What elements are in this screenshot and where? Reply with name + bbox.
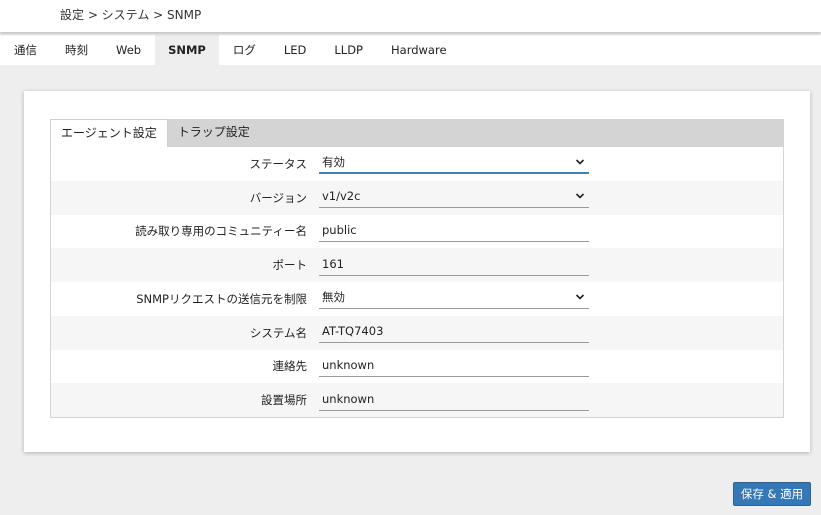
breadcrumb: 設定 > システム > SNMP xyxy=(0,0,821,32)
port-value: 161 xyxy=(322,256,344,271)
system-name-value: AT-TQ7403 xyxy=(322,324,384,339)
community-value: public xyxy=(322,222,357,237)
tab-network[interactable]: 通信 xyxy=(0,35,51,65)
contact-label: 連絡先 xyxy=(272,359,308,374)
source-restriction-select[interactable]: 無効 xyxy=(319,288,589,310)
community-label: 読み取り専用のコミュニティー名 xyxy=(135,224,307,239)
subtab-trap-settings[interactable]: トラップ設定 xyxy=(168,119,260,147)
location-input[interactable]: unknown xyxy=(319,390,589,411)
settings-panel: エージェント設定 トラップ設定 ステータス 有効 バージョン v1/v2c 読み… xyxy=(24,91,810,452)
form-row-community: 読み取り専用のコミュニティー名 public xyxy=(51,215,783,249)
port-label: ポート xyxy=(272,258,308,273)
status-value: 有効 xyxy=(322,154,345,169)
tab-hardware[interactable]: Hardware xyxy=(377,35,461,65)
agent-settings-form: ステータス 有効 バージョン v1/v2c 読み取り専用のコミュニティー名 pu… xyxy=(50,147,784,418)
location-value: unknown xyxy=(322,391,375,406)
tab-web[interactable]: Web xyxy=(102,35,155,65)
form-row-source-restriction: SNMPリクエストの送信元を制限 無効 xyxy=(51,282,783,316)
tab-log[interactable]: ログ xyxy=(219,35,270,65)
form-row-port: ポート 161 xyxy=(51,248,783,282)
form-row-contact: 連絡先 unknown xyxy=(51,350,783,384)
chevron-down-icon xyxy=(575,292,585,302)
save-apply-button[interactable]: 保存 & 適用 xyxy=(733,482,811,506)
subtab-agent-settings[interactable]: エージェント設定 xyxy=(50,119,168,147)
system-name-input[interactable]: AT-TQ7403 xyxy=(319,322,589,344)
port-input[interactable]: 161 xyxy=(319,255,589,276)
status-select[interactable]: 有効 xyxy=(319,153,589,175)
version-value: v1/v2c xyxy=(322,189,361,204)
source-restriction-value: 無効 xyxy=(322,290,345,305)
tab-led[interactable]: LED xyxy=(270,35,321,65)
community-input[interactable]: public xyxy=(319,221,589,242)
form-row-version: バージョン v1/v2c xyxy=(51,180,783,215)
chevron-down-icon xyxy=(575,157,585,167)
chevron-down-icon xyxy=(575,191,585,201)
form-row-status: ステータス 有効 xyxy=(51,147,783,181)
system-name-label: システム名 xyxy=(249,325,307,340)
contact-value: unknown xyxy=(322,357,375,372)
location-label: 設置場所 xyxy=(261,393,307,408)
source-restriction-label: SNMPリクエストの送信元を制限 xyxy=(136,291,307,306)
subtab-bar: エージェント設定 トラップ設定 xyxy=(50,119,784,147)
version-label: バージョン xyxy=(249,190,307,205)
tab-snmp[interactable]: SNMP xyxy=(155,35,219,65)
top-nav: 通信 時刻 Web SNMP ログ LED LLDP Hardware xyxy=(0,35,821,65)
tab-lldp[interactable]: LLDP xyxy=(320,35,377,65)
form-row-location: 設置場所 unknown xyxy=(51,383,783,417)
status-label: ステータス xyxy=(249,156,308,171)
form-row-system-name: システム名 AT-TQ7403 xyxy=(51,315,783,350)
version-select[interactable]: v1/v2c xyxy=(319,187,589,209)
tab-time[interactable]: 時刻 xyxy=(51,35,102,65)
contact-input[interactable]: unknown xyxy=(319,356,589,377)
